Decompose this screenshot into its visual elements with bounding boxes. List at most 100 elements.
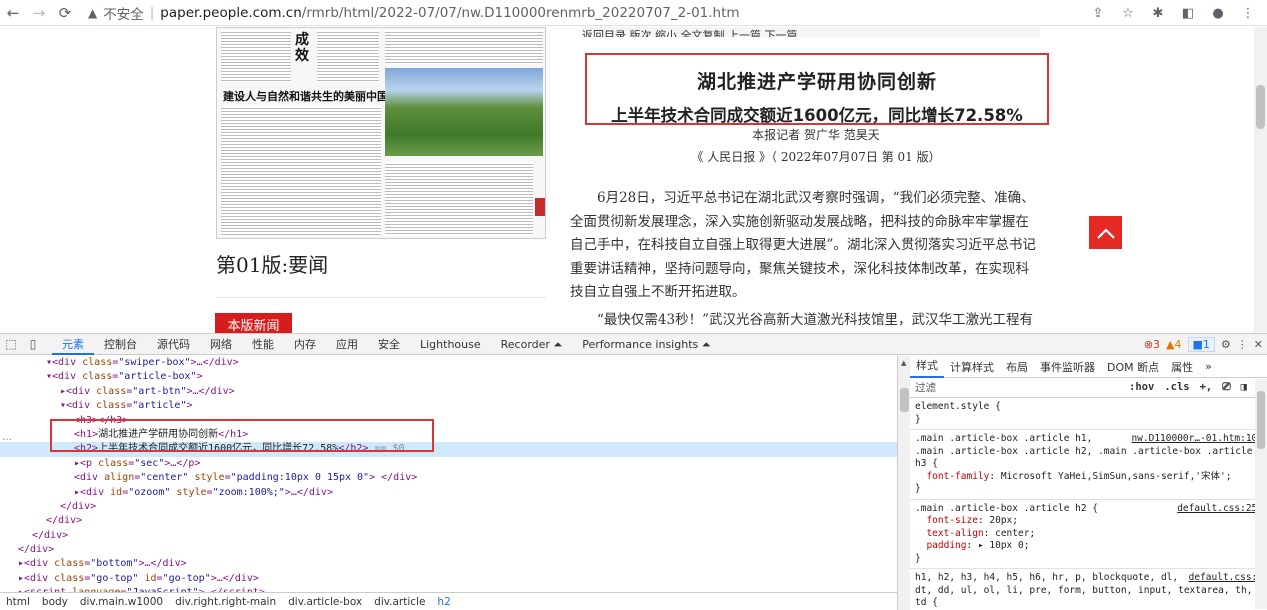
dom-node[interactable]: </div> <box>0 500 897 514</box>
devtools-tab[interactable]: Recorder ⏶ <box>491 334 573 355</box>
rule-source-link[interactable]: default.css:8 <box>1189 572 1263 585</box>
filter-input[interactable]: 过滤 <box>915 380 936 395</box>
go-top-button[interactable] <box>1089 216 1122 249</box>
breadcrumb-item[interactable]: h2 <box>437 596 450 608</box>
devtools-tab[interactable]: 应用 <box>326 334 368 355</box>
reload-icon[interactable]: ⟳ <box>52 0 78 26</box>
warning-icon[interactable]: ▲ <box>88 6 97 20</box>
scroll-up-icon[interactable]: ▲ <box>901 359 906 367</box>
style-rules[interactable]: element.style {} .main .article-box .arti… <box>910 398 1267 610</box>
dom-node[interactable]: <div align="center" style="padding:10px … <box>0 471 897 485</box>
devtools-tab[interactable]: 控制台 <box>94 334 147 355</box>
devtools-status: ⊗3 ▲4 ■1 ⚙ ⋮ ✕ <box>1144 334 1263 355</box>
dom-node[interactable]: ▸<div class="art-btn">…</div> <box>0 385 897 399</box>
dom-node[interactable]: </div> <box>0 514 897 528</box>
styles-tab[interactable]: 属性 <box>1165 359 1199 375</box>
profile-icon[interactable]: ● <box>1205 2 1231 24</box>
highlight-box <box>50 419 434 452</box>
scrollbar-thumb[interactable] <box>1257 391 1265 449</box>
styles-scrollbar[interactable] <box>1255 379 1267 609</box>
sidebar-icon[interactable]: ◧ <box>1175 2 1201 24</box>
info-count[interactable]: ■1 <box>1187 337 1215 352</box>
devtools-tab[interactable]: 元素 <box>52 334 94 355</box>
browser-toolbar: ← → ⟳ ▲ 不安全 | paper.people.com.cn/rmrb/h… <box>0 0 1267 26</box>
css-rule[interactable]: .main .article-box .article h2 { font-si… <box>910 500 1267 569</box>
rule-source-link[interactable]: nw.D110000r…-01.htm:107 <box>1131 433 1263 446</box>
newspaper-text-block <box>317 30 379 82</box>
hov-toggle[interactable]: :hov <box>1129 381 1154 394</box>
newspaper-big-chars: 成 效 <box>295 32 309 64</box>
breadcrumb-item[interactable]: div.right.right-main <box>175 596 276 608</box>
breadcrumb-item[interactable]: div.article <box>374 596 425 608</box>
styles-tab[interactable]: DOM 断点 <box>1101 359 1165 375</box>
article-subnav[interactable]: 返回目录 版次 缩小 全文复制 上一篇 下一篇 <box>582 27 1040 37</box>
styles-tab[interactable]: 布局 <box>1000 359 1034 375</box>
article-title-box: 湖北推进产学研用协同创新 上半年技术合同成交额近1600亿元，同比增长72.58… <box>585 53 1049 125</box>
rule-source-link[interactable]: default.css:257 <box>1177 503 1263 516</box>
error-count[interactable]: ⊗3 <box>1144 338 1160 351</box>
dom-node[interactable]: ▾<div class="article-box"> <box>0 370 897 384</box>
menu-icon[interactable]: ⋮ <box>1235 2 1261 24</box>
forward-icon[interactable]: → <box>26 0 52 26</box>
devtools-tab[interactable]: Performance insights ⏶ <box>572 334 720 355</box>
dom-node[interactable]: ▸<div class="bottom">…</div> <box>0 557 897 571</box>
elements-tree[interactable]: ▾<div class="swiper-box">…</div> ▾<div cl… <box>0 356 897 592</box>
settings-icon[interactable]: ⚙ <box>1221 338 1231 351</box>
chevron-up-icon <box>1096 227 1115 239</box>
newspaper-thumbnail[interactable]: 成 效 建设人与自然和谐共生的美丽中国 <box>216 27 546 239</box>
dom-node[interactable]: ▾<div class="article"> <box>0 399 897 413</box>
devtools-tab[interactable]: 源代码 <box>147 334 200 355</box>
warning-count[interactable]: ▲4 <box>1166 338 1181 351</box>
newspaper-text-block <box>385 162 533 236</box>
newspaper-photo <box>385 68 543 156</box>
star-icon[interactable]: ☆ <box>1115 2 1141 24</box>
styles-tab[interactable]: 计算样式 <box>944 359 1000 375</box>
css-rule[interactable]: element.style {} <box>910 398 1267 430</box>
dom-node[interactable]: ▸<div class="go-top" id="go-top">…</div> <box>0 572 897 586</box>
device-toolbar-icon[interactable]: ▯ <box>22 334 44 355</box>
article-paragraph: “最快仅需43秒！”武汉光谷高新大道激光科技馆里，武汉华工激光工程有 <box>597 312 1033 328</box>
devtools-tab[interactable]: 安全 <box>368 334 410 355</box>
breadcrumb-item[interactable]: div.main.w1000 <box>80 596 163 608</box>
back-icon[interactable]: ← <box>0 0 26 26</box>
styles-tab[interactable]: 样式 <box>910 356 944 378</box>
share-icon[interactable]: ⇪ <box>1085 2 1111 24</box>
filter-row: 过滤 :hov .cls +, ⎚ ◨ <box>910 378 1267 398</box>
devtools-tab[interactable]: 内存 <box>284 334 326 355</box>
inspect-icon[interactable]: ⬚ <box>0 334 22 355</box>
devtools-tab[interactable]: Lighthouse <box>410 334 491 355</box>
dom-node[interactable]: </div> <box>0 543 897 557</box>
devtools-tab[interactable]: 网络 <box>200 334 242 355</box>
local-news-button[interactable]: 本版新闻 <box>215 313 292 333</box>
scrollbar-thumb[interactable] <box>1256 85 1265 129</box>
extensions-icon[interactable]: ✱ <box>1145 2 1171 24</box>
breadcrumb-item[interactable]: html <box>6 596 30 608</box>
dateline: 《 人民日报 》（ 2022年07月07日 第 01 版） <box>691 150 941 164</box>
dom-node[interactable]: ▸<div id="ozoom" style="zoom:100%;">…</d… <box>0 486 897 500</box>
color-format-icon[interactable]: ⎚ <box>1222 381 1230 394</box>
elements-scrollbar[interactable]: ▲ <box>897 356 910 610</box>
page-scrollbar[interactable] <box>1254 27 1267 333</box>
dom-node[interactable]: ▸<p class="sec">…</p> <box>0 457 897 471</box>
ellipsis-icon[interactable]: … <box>2 432 12 443</box>
close-icon[interactable]: ✕ <box>1254 338 1263 351</box>
styles-tab[interactable]: » <box>1199 360 1218 373</box>
css-rule[interactable]: h1, h2, h3, h4, h5, h6, hr, p, blockquot… <box>910 569 1267 610</box>
address-bar[interactable]: ▲ 不安全 | paper.people.com.cn/rmrb/html/20… <box>88 2 1118 24</box>
add-rule-icon[interactable]: +, <box>1200 381 1213 394</box>
breadcrumb-item[interactable]: div.article-box <box>288 596 362 608</box>
styles-tab[interactable]: 事件监听器 <box>1034 359 1101 375</box>
breadcrumb-item[interactable]: body <box>42 596 68 608</box>
scrollbar-thumb[interactable] <box>900 388 909 412</box>
cls-toggle[interactable]: .cls <box>1164 381 1189 394</box>
css-rule[interactable]: .main .article-box .article h1, .main .ar… <box>910 430 1267 500</box>
devtools-tab[interactable]: 性能 <box>242 334 284 355</box>
article-title: 湖北推进产学研用协同创新 <box>696 71 937 93</box>
dom-node[interactable]: </div> <box>0 529 897 543</box>
insecure-label: 不安全 <box>103 7 144 23</box>
more-icon[interactable]: ⋮ <box>1237 338 1248 351</box>
url-domain: paper.people.com.cn <box>160 5 302 21</box>
toggle-sidebar-icon[interactable]: ◨ <box>1241 381 1247 394</box>
dom-node[interactable]: ▾<div class="swiper-box">…</div> <box>0 356 897 370</box>
page-viewport: 成 效 建设人与自然和谐共生的美丽中国 第01版:要闻 本版新闻 返回目录 版次… <box>0 27 1267 333</box>
